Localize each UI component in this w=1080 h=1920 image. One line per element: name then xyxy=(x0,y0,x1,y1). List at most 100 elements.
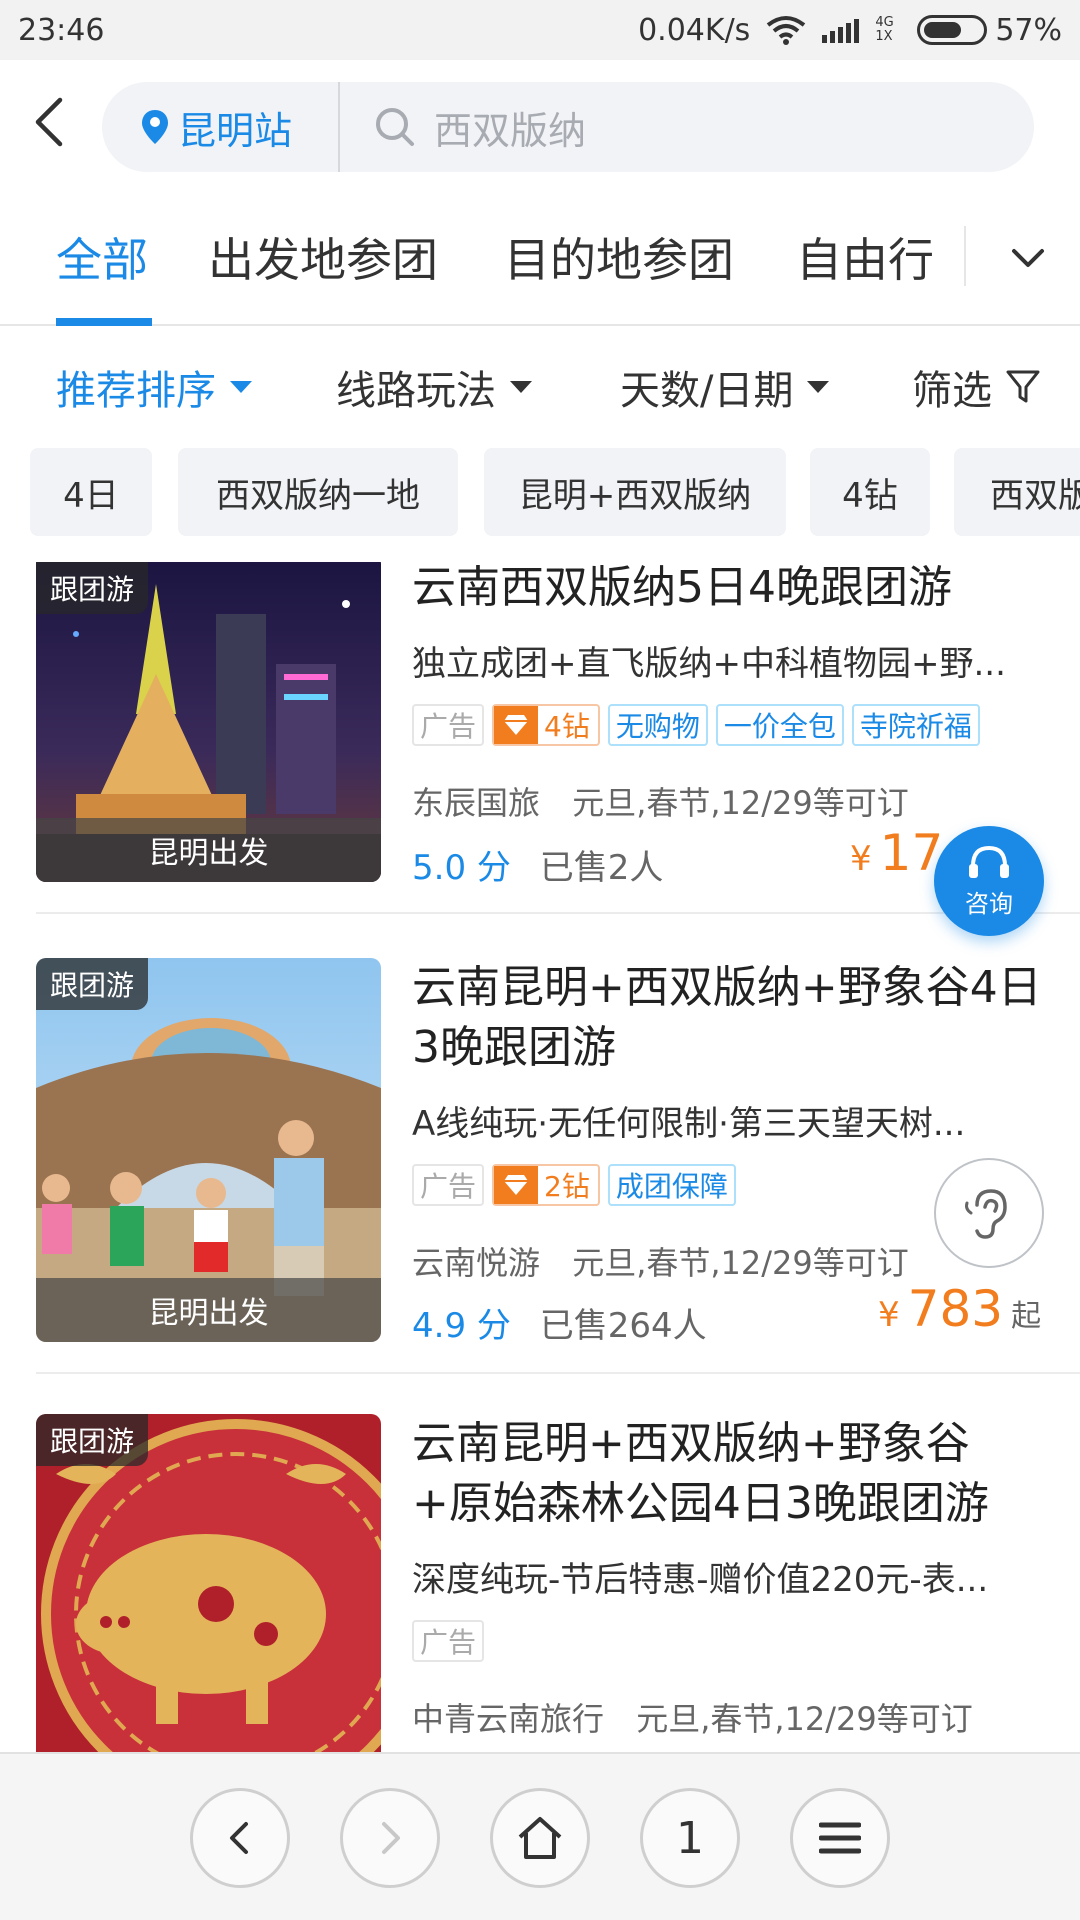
tab-free-travel[interactable]: 自由行 xyxy=(796,224,934,290)
menu-icon xyxy=(819,1822,861,1854)
chevron-down-icon[interactable] xyxy=(1000,230,1056,286)
feature-tag: 成团保障 xyxy=(607,1164,736,1206)
chip-xishuangbanna-only[interactable]: 西双版纳一地 xyxy=(178,448,458,536)
tab-departure-group[interactable]: 出发地参团 xyxy=(208,224,438,290)
consult-button[interactable]: 咨询 xyxy=(934,826,1044,936)
agency-and-dates: 中青云南旅行 元旦,春节,12/29等可订 xyxy=(412,1694,973,1740)
tab-divider xyxy=(964,226,966,286)
tab-count: 1 xyxy=(676,1812,704,1864)
diamond-rating-tag: 4钻 xyxy=(492,704,600,746)
available-dates: 元旦,春节,12/29等可订 xyxy=(636,1700,973,1738)
ear-icon xyxy=(965,1189,1007,1239)
nav-menu-button[interactable] xyxy=(790,1788,890,1888)
sort-route[interactable]: 线路玩法 xyxy=(336,358,532,416)
quick-filter-chips: 4日 西双版纳一地 昆明+西双版纳 4钻 西双版 xyxy=(0,440,1080,562)
rating-score: 5.0 分 xyxy=(412,848,511,888)
category-tabs: 全部 出发地参团 目的地参团 自由行 xyxy=(0,190,1080,326)
wifi-icon xyxy=(767,16,806,45)
signal-icon xyxy=(822,17,860,43)
product-title: 云南昆明+西双版纳+野象谷+原始森林公园4日3晚跟团游 xyxy=(412,1418,989,1529)
product-type-tag: 跟团游 xyxy=(36,958,149,1010)
item-divider xyxy=(36,912,1080,914)
product-description: 深度纯玩-节后特惠-赠价值220元-表... xyxy=(412,1560,989,1600)
agency-name: 东辰国旅 xyxy=(412,784,541,822)
agency-and-dates: 东辰国旅 元旦,春节,12/29等可订 xyxy=(412,778,909,824)
product-thumbnail: 跟团游 昆明出发 xyxy=(36,958,381,1342)
product-list: 跟团游 昆明出发 云南西双版纳5日4晚跟团游 独立成团+直飞版纳+中科植物园+野… xyxy=(0,562,1080,1752)
status-bar: 23:46 0.04K/s 4G 1X 57% xyxy=(0,0,1080,60)
tab-destination-group[interactable]: 目的地参团 xyxy=(504,224,734,290)
product-thumbnail: 跟团游 昆明出发 xyxy=(36,562,381,882)
search-placeholder: 西双版纳 xyxy=(434,108,587,153)
departure-label: 昆明出发 xyxy=(36,1278,381,1342)
nav-tabs-button[interactable]: 1 xyxy=(640,1788,740,1888)
agency-name: 云南悦游 xyxy=(412,1244,541,1282)
product-title: 云南昆明+西双版纳+野象谷4日3晚跟团游 xyxy=(412,962,1042,1073)
diamond-icon xyxy=(494,1166,539,1204)
battery-icon xyxy=(917,15,988,45)
search-bar[interactable]: 昆明站 西双版纳 xyxy=(102,82,1034,172)
headset-icon xyxy=(969,845,1009,878)
feature-tag: 一价全包 xyxy=(715,704,844,746)
filter-funnel-icon xyxy=(1006,370,1040,403)
sort-recommend[interactable]: 推荐排序 xyxy=(56,358,252,416)
chip-4-diamond[interactable]: 4钻 xyxy=(810,448,930,536)
nav-back-button[interactable] xyxy=(190,1788,290,1888)
nav-home-button[interactable] xyxy=(490,1788,590,1888)
agency-name: 中青云南旅行 xyxy=(412,1700,605,1738)
sold-count: 已售2人 xyxy=(539,848,664,888)
ad-tag: 广告 xyxy=(412,1164,485,1206)
network-type: 4G 1X xyxy=(875,15,894,44)
chevron-left-icon xyxy=(230,1822,248,1854)
consult-label: 咨询 xyxy=(965,889,1013,918)
location-selector[interactable]: 昆明站 xyxy=(102,82,341,172)
ad-tag: 广告 xyxy=(412,1620,485,1662)
diamond-rating-tag: 2钻 xyxy=(492,1164,600,1206)
status-indicators: 0.04K/s 4G 1X 57% xyxy=(638,13,1062,48)
tab-all[interactable]: 全部 xyxy=(56,224,148,290)
product-price: ¥ 17 xyxy=(850,824,944,882)
location-pin-icon xyxy=(142,110,168,144)
sort-recommend-label: 推荐排序 xyxy=(56,368,216,414)
available-dates: 元旦,春节,12/29等可订 xyxy=(572,784,909,822)
search-icon xyxy=(376,108,415,146)
diamond-icon xyxy=(494,706,539,744)
departure-label: 昆明出发 xyxy=(36,818,381,882)
product-description: 独立成团+直飞版纳+中科植物园+野... xyxy=(412,644,1006,684)
rating-row: 5.0 分 已售2人 xyxy=(412,840,663,889)
feature-tag: 寺院祈福 xyxy=(851,704,980,746)
audio-guide-button[interactable] xyxy=(934,1158,1044,1268)
chip-xishuangbanna-partial[interactable]: 西双版 xyxy=(954,448,1080,536)
ad-tag: 广告 xyxy=(412,704,485,746)
product-thumbnail: 跟团游 xyxy=(36,1414,381,1752)
available-dates: 元旦,春节,12/29等可订 xyxy=(572,1244,909,1282)
chip-kunming-xishuangbanna[interactable]: 昆明+西双版纳 xyxy=(484,448,786,536)
active-tab-indicator xyxy=(56,318,152,326)
sort-filter-label: 筛选 xyxy=(912,368,992,414)
dropdown-triangle-icon xyxy=(510,381,532,393)
nav-forward-button[interactable] xyxy=(340,1788,440,1888)
home-icon xyxy=(518,1817,562,1859)
product-type-tag: 跟团游 xyxy=(36,562,149,614)
price-value: 783 xyxy=(907,1280,1004,1338)
sort-days[interactable]: 天数/日期 xyxy=(620,358,830,416)
product-type-tag: 跟团游 xyxy=(36,1414,149,1466)
item-divider xyxy=(36,1372,1080,1374)
sold-count: 已售264人 xyxy=(539,1306,707,1346)
chip-4-days[interactable]: 4日 xyxy=(30,448,152,536)
chevron-right-icon xyxy=(382,1822,400,1854)
net-speed: 0.04K/s xyxy=(638,12,751,48)
rating-score: 4.9 分 xyxy=(412,1306,511,1346)
product-tags: 广告 4钻 无购物 一价全包 寺院祈福 xyxy=(412,704,980,746)
browser-bottom-nav: 1 xyxy=(0,1752,1080,1920)
back-arrow-icon[interactable] xyxy=(22,92,82,152)
search-input[interactable]: 西双版纳 xyxy=(340,100,586,155)
agency-and-dates: 云南悦游 元旦,春节,12/29等可订 xyxy=(412,1238,909,1284)
search-header: 昆明站 西双版纳 xyxy=(0,60,1080,190)
location-label: 昆明站 xyxy=(178,108,293,153)
sort-filter[interactable]: 筛选 xyxy=(912,358,1040,416)
rating-row: 4.9 分 已售264人 xyxy=(412,1298,707,1347)
sort-days-label: 天数/日期 xyxy=(620,368,794,414)
dropdown-triangle-icon xyxy=(807,381,830,393)
dropdown-triangle-icon xyxy=(230,381,252,393)
